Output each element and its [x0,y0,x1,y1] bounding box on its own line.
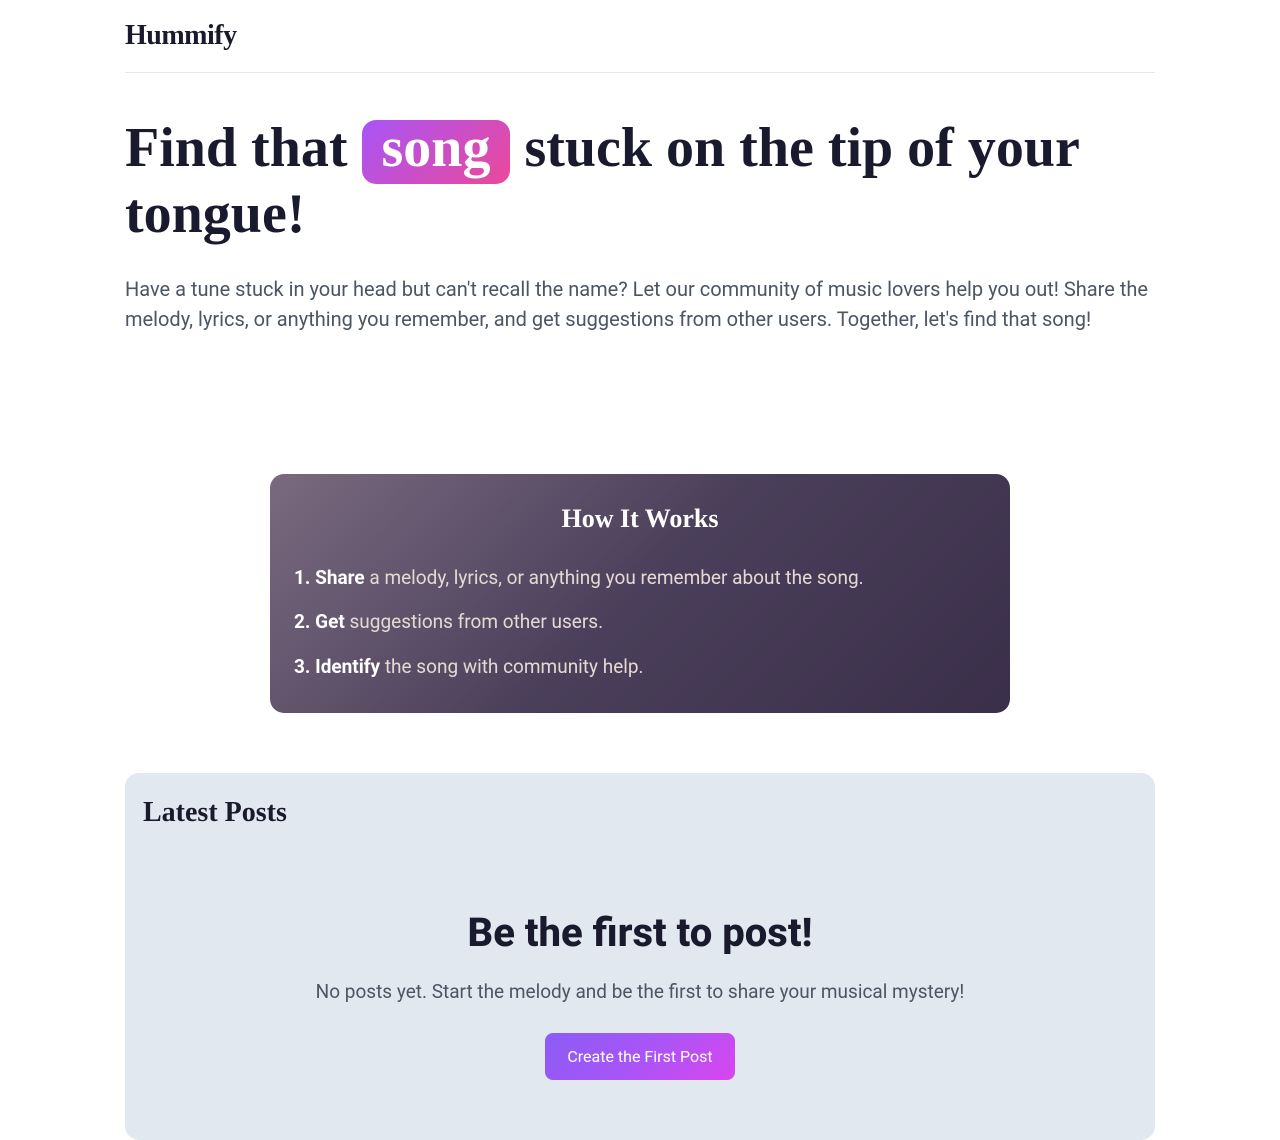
header: Hummify [125,0,1155,73]
step-3-rest: the song with community help. [380,655,643,678]
step-2-rest: suggestions from other users. [345,610,603,633]
step-1-rest: a melody, lyrics, or anything you rememb… [365,566,864,589]
how-it-works-card: How It Works 1. Share a melody, lyrics, … [270,474,1010,714]
step-2-bold: 2. Get [294,610,345,633]
step-1: 1. Share a melody, lyrics, or anything y… [294,564,986,593]
create-first-post-button[interactable]: Create the First Post [545,1033,734,1080]
hero-title-before: Find that [125,117,362,179]
latest-posts-title: Latest Posts [143,797,1137,829]
step-3: 3. Identify the song with community help… [294,653,986,682]
step-1-bold: 1. Share [294,566,365,589]
hero-description: Have a tune stuck in your head but can't… [125,274,1155,334]
hero-title-highlight: song [362,120,511,184]
hero-title: Find that song stuck on the tip of your … [125,118,1155,246]
hero-section: Find that song stuck on the tip of your … [125,73,1155,364]
brand-logo[interactable]: Hummify [125,20,1155,52]
step-2: 2. Get suggestions from other users. [294,608,986,637]
empty-state-title: Be the first to post! [143,909,1137,956]
empty-state-description: No posts yet. Start the melody and be th… [143,980,1137,1003]
empty-state: Be the first to post! No posts yet. Star… [143,909,1137,1080]
step-3-bold: 3. Identify [294,655,380,678]
how-it-works-title: How It Works [294,504,986,534]
latest-posts-section: Latest Posts Be the first to post! No po… [125,773,1155,1140]
